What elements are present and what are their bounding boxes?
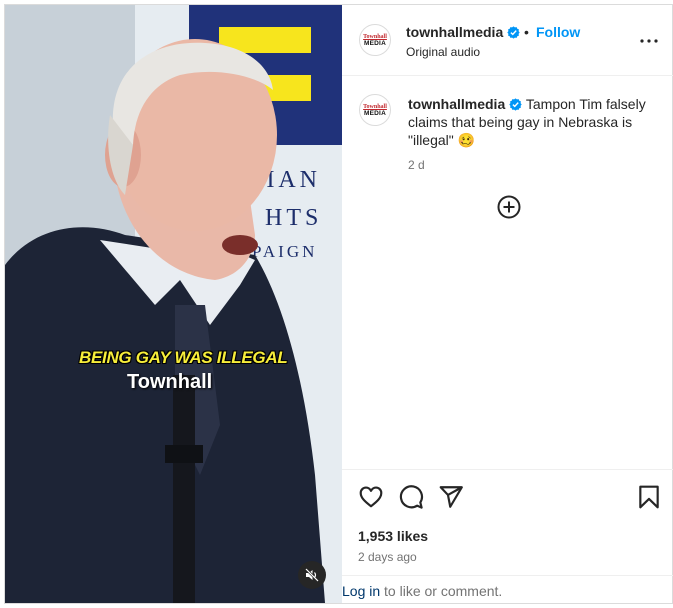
- heart-icon[interactable]: [358, 484, 384, 510]
- video-caption-text: BEING GAY WAS ILLEGAL: [79, 348, 288, 367]
- header-username[interactable]: townhallmedia: [406, 24, 503, 40]
- backdrop-text-line3: PAIGN: [252, 242, 317, 261]
- caption-username[interactable]: townhallmedia: [408, 96, 505, 112]
- backdrop-text-line2: HTS: [265, 205, 322, 231]
- verified-badge-icon: [509, 98, 522, 111]
- like-count[interactable]: 1,953 likes: [358, 528, 428, 544]
- post-caption: townhallmedia Tampon Tim falsely claims …: [408, 95, 658, 149]
- post-header: Townhall MEDIA townhallmedia • Follow Or…: [342, 5, 673, 76]
- login-prompt: Log in to like or comment.: [342, 575, 673, 604]
- header-username-row: townhallmedia: [406, 24, 520, 40]
- mute-button[interactable]: [298, 561, 326, 589]
- caption-timestamp[interactable]: 2 d: [408, 158, 425, 172]
- verified-badge-icon: [507, 26, 520, 39]
- audio-link[interactable]: Original audio: [406, 45, 480, 59]
- post-dialog: MAN HTS PAIGN BEING GAY WAS ILLEGAL Town…: [4, 4, 673, 604]
- header-separator: •: [524, 24, 529, 40]
- post-timestamp[interactable]: 2 days ago: [358, 550, 417, 564]
- post-sidebar: Townhall MEDIA townhallmedia • Follow Or…: [342, 5, 673, 603]
- avatar[interactable]: Townhall MEDIA: [359, 24, 391, 56]
- caption-emoji: 🥴: [457, 132, 476, 148]
- avatar-logo-line2: MEDIA: [364, 39, 386, 47]
- video-player[interactable]: MAN HTS PAIGN BEING GAY WAS ILLEGAL Town…: [5, 5, 342, 603]
- comments-section: Townhall MEDIA townhallmedia Tampon Tim …: [342, 77, 673, 469]
- video-frame: MAN HTS PAIGN: [5, 5, 342, 603]
- follow-button[interactable]: Follow: [536, 24, 580, 40]
- speaker-muted-icon: [305, 568, 319, 582]
- action-bar: 1,953 likes 2 days ago Log in to like or…: [342, 469, 673, 603]
- bookmark-icon[interactable]: [636, 484, 662, 510]
- login-prompt-text: to like or comment.: [380, 583, 503, 599]
- load-more-comments-icon[interactable]: [497, 195, 521, 219]
- caption-avatar-line2: MEDIA: [364, 109, 386, 117]
- video-watermark: Townhall: [127, 371, 213, 393]
- caption-avatar[interactable]: Townhall MEDIA: [359, 94, 391, 126]
- more-horizontal-icon[interactable]: [638, 33, 660, 49]
- comment-icon[interactable]: [398, 484, 424, 510]
- login-link[interactable]: Log in: [342, 583, 380, 599]
- share-icon[interactable]: [438, 484, 464, 510]
